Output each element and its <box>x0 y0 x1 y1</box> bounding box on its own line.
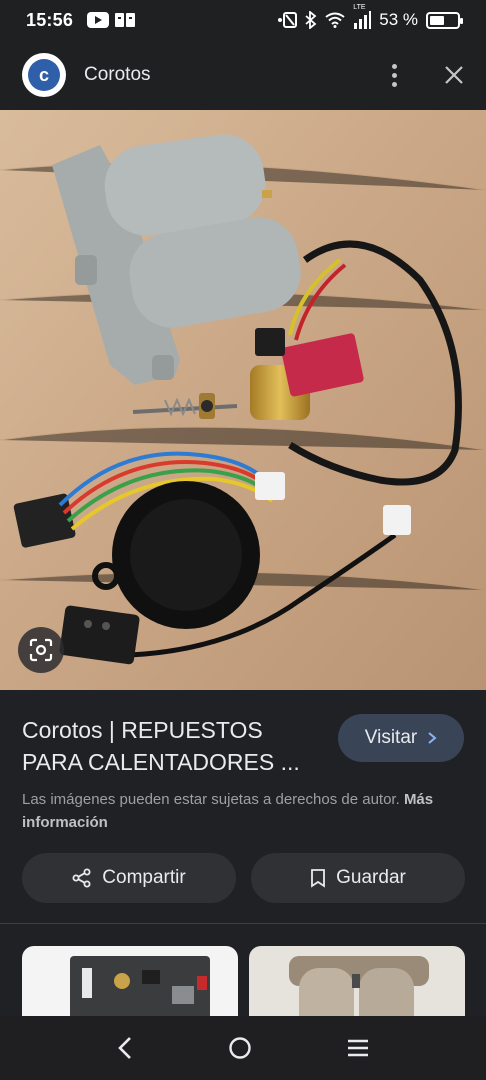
battery-percent: 53 % <box>379 10 418 29</box>
site-logo: c <box>22 53 66 97</box>
save-label: Guardar <box>336 867 406 888</box>
battery-level <box>430 15 444 25</box>
divider <box>0 923 486 924</box>
signal-icon: LTE <box>353 4 372 29</box>
result-title[interactable]: Corotos | REPUESTOS PARA CALENTADORES ..… <box>22 714 322 778</box>
related-image-1[interactable] <box>22 946 238 1017</box>
status-time: 15:56 <box>26 9 74 30</box>
status-bar: 15:56 LTE 53 % <box>0 0 486 40</box>
site-logo-letter: c <box>28 59 60 91</box>
save-button[interactable]: Guardar <box>251 853 465 903</box>
google-lens-icon <box>29 638 53 662</box>
copyright-notice: Las imágenes pueden estar sujetas a dere… <box>22 788 466 834</box>
app-header: c Corotos <box>0 40 486 110</box>
notification-icons <box>87 12 136 28</box>
share-icon <box>72 868 91 888</box>
chevron-right-icon <box>428 732 437 744</box>
related-images <box>0 925 486 1017</box>
site-title: Corotos <box>84 64 151 85</box>
home-icon[interactable] <box>228 1036 252 1060</box>
google-lens-button[interactable] <box>18 627 64 673</box>
kebab-menu-icon[interactable] <box>384 63 404 87</box>
close-icon[interactable] <box>444 65 464 85</box>
result-info: Corotos | REPUESTOS PARA CALENTADORES ..… <box>0 690 486 925</box>
nfc-icon <box>278 12 298 28</box>
result-image[interactable] <box>0 110 486 690</box>
related-image-2[interactable] <box>249 946 465 1017</box>
product-photo <box>0 110 486 690</box>
share-label: Compartir <box>102 867 186 888</box>
bluetooth-icon <box>305 11 317 29</box>
system-navigation-bar <box>0 1016 486 1080</box>
back-icon[interactable] <box>117 1036 133 1060</box>
copyright-text: Las imágenes pueden estar sujetas a dere… <box>22 791 400 808</box>
wifi-icon <box>325 12 345 28</box>
visit-label: Visitar <box>364 727 418 748</box>
motor-thumbnail <box>289 956 429 1017</box>
system-icons: LTE 53 % <box>277 4 463 30</box>
visit-button[interactable]: Visitar <box>338 714 464 762</box>
recents-icon[interactable] <box>347 1039 369 1057</box>
battery-icon <box>426 11 463 29</box>
youtube-icon <box>87 12 110 28</box>
circuit-board-thumbnail <box>70 956 210 1017</box>
header-actions <box>384 63 464 87</box>
network-type-label: LTE <box>353 4 366 11</box>
bookmark-icon <box>311 869 326 888</box>
share-button[interactable]: Compartir <box>22 853 236 903</box>
book-icon <box>115 13 136 27</box>
